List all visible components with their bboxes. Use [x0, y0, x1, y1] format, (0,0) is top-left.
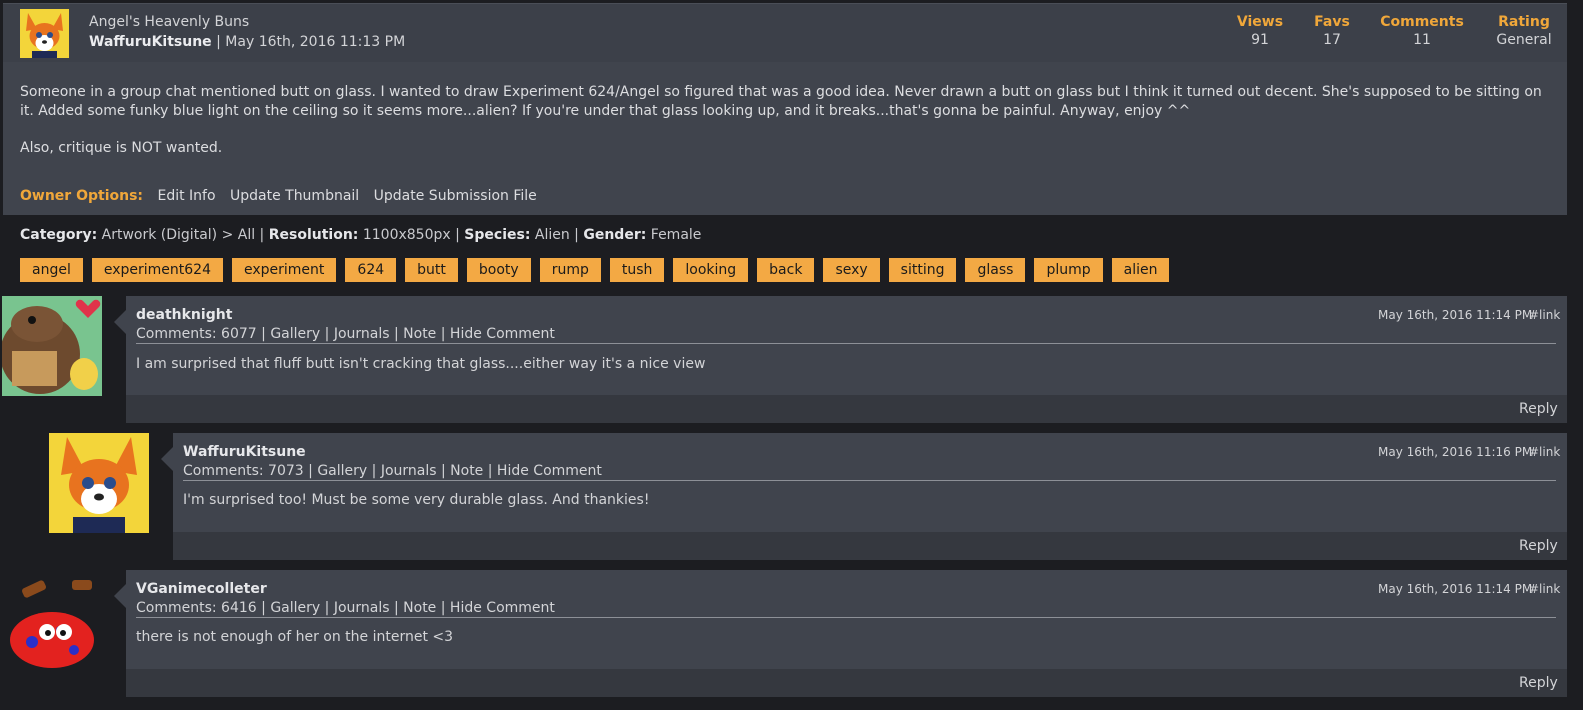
tag-butt[interactable]: butt — [405, 258, 458, 282]
edit-info-link[interactable]: Edit Info — [157, 188, 215, 204]
stat-views: Views 91 — [1236, 14, 1284, 48]
author-avatar[interactable] — [20, 9, 69, 58]
journals-link[interactable]: Journals — [381, 463, 437, 479]
tag-sexy[interactable]: sexy — [823, 258, 880, 282]
journals-link[interactable]: Journals — [334, 326, 390, 342]
comment-permalink[interactable]: #link — [1529, 445, 1560, 459]
update-thumbnail-link[interactable]: Update Thumbnail — [230, 188, 359, 204]
comment-body: there is not enough of her on the intern… — [136, 629, 454, 645]
reply-button[interactable]: Reply — [1519, 538, 1558, 554]
hide-comment-link[interactable]: Hide Comment — [450, 600, 555, 616]
fox-avatar-icon — [49, 433, 149, 533]
journals-link[interactable]: Journals — [334, 600, 390, 616]
comment-links: Comments: 7073 | Gallery | Journals | No… — [183, 463, 602, 479]
comment-footer — [173, 532, 1567, 560]
comment-count: Comments: 6077 — [136, 326, 257, 342]
comment-links: Comments: 6077 | Gallery | Journals | No… — [136, 326, 555, 342]
reply-button[interactable]: Reply — [1519, 401, 1558, 417]
comment-avatar-vganimecolleter[interactable] — [2, 570, 102, 670]
comment-body: I am surprised that fluff butt isn't cra… — [136, 356, 706, 372]
tag-sitting[interactable]: sitting — [888, 258, 957, 282]
tag-624[interactable]: 624 — [345, 258, 397, 282]
hide-comment-link[interactable]: Hide Comment — [450, 326, 555, 342]
comment-date: May 16th, 2016 11:16 PM — [1378, 445, 1533, 459]
tag-experiment624[interactable]: experiment624 — [91, 258, 223, 282]
fox-avatar-icon — [20, 9, 69, 58]
comment-username[interactable]: VGanimecolleter — [136, 581, 267, 597]
tag-plump[interactable]: plump — [1034, 258, 1103, 282]
comment-avatar-waffurukitsune[interactable] — [49, 433, 149, 533]
comment-date: May 16th, 2016 11:14 PM — [1378, 582, 1533, 596]
tag-tush[interactable]: tush — [609, 258, 665, 282]
owner-options-label: Owner Options: — [20, 188, 144, 204]
description-text: Someone in a group chat mentioned butt o… — [20, 84, 1542, 119]
stat-comments: Comments 11 — [1380, 14, 1464, 48]
comment-divider — [136, 617, 1556, 618]
tag-experiment[interactable]: experiment — [231, 258, 337, 282]
comment-username[interactable]: deathknight — [136, 307, 232, 323]
stat-favs: Favs 17 — [1314, 14, 1350, 48]
stat-rating: Rating General — [1496, 14, 1552, 48]
comment-count: Comments: 7073 — [183, 463, 304, 479]
hide-comment-link[interactable]: Hide Comment — [497, 463, 602, 479]
note-link[interactable]: Note — [403, 600, 436, 616]
note-link[interactable]: Note — [450, 463, 483, 479]
tortoise-avatar-icon — [2, 296, 102, 396]
comment-card — [114, 570, 1567, 669]
category-value: Artwork (Digital) > All — [101, 227, 256, 243]
gallery-link[interactable]: Gallery — [270, 600, 320, 616]
tag-rump[interactable]: rump — [539, 258, 601, 282]
note-link[interactable]: Note — [403, 326, 436, 342]
submission-byline: WaffuruKitsune | May 16th, 2016 11:13 PM — [89, 34, 406, 50]
tag-glass[interactable]: glass — [965, 258, 1026, 282]
comment-body: I'm surprised too! Must be some very dur… — [183, 492, 650, 508]
comment-count: Comments: 6416 — [136, 600, 257, 616]
comment-footer — [126, 669, 1567, 697]
resolution-value: 1100x850px — [362, 227, 451, 243]
submission-date: May 16th, 2016 11:13 PM — [225, 34, 406, 50]
tag-alien[interactable]: alien — [1111, 258, 1170, 282]
submission-meta: Category: Artwork (Digital) > All | Reso… — [20, 227, 702, 243]
comment-permalink[interactable]: #link — [1529, 308, 1560, 322]
update-submission-file-link[interactable]: Update Submission File — [374, 188, 537, 204]
tag-booty[interactable]: booty — [466, 258, 531, 282]
comment-card — [161, 433, 1567, 532]
tag-back[interactable]: back — [757, 258, 815, 282]
comment-divider — [136, 343, 1556, 344]
gallery-link[interactable]: Gallery — [270, 326, 320, 342]
description-note: Also, critique is NOT wanted. — [20, 140, 223, 156]
comment-date: May 16th, 2016 11:14 PM — [1378, 308, 1533, 322]
tag-looking[interactable]: looking — [673, 258, 749, 282]
comment-avatar-deathknight[interactable] — [2, 296, 102, 396]
reply-button[interactable]: Reply — [1519, 675, 1558, 691]
author-link[interactable]: WaffuruKitsune — [89, 34, 212, 50]
creature-avatar-icon — [2, 570, 102, 670]
gender-value: Female — [650, 227, 702, 243]
tag-angel[interactable]: angel — [20, 258, 83, 282]
comment-card — [114, 296, 1567, 395]
comment-divider — [183, 480, 1556, 481]
comment-links: Comments: 6416 | Gallery | Journals | No… — [136, 600, 555, 616]
comment-permalink[interactable]: #link — [1529, 582, 1560, 596]
submission-title: Angel's Heavenly Buns — [89, 14, 250, 30]
owner-options: Owner Options: Edit Info Update Thumbnai… — [20, 188, 547, 204]
gallery-link[interactable]: Gallery — [317, 463, 367, 479]
comment-footer — [126, 395, 1567, 423]
species-value: Alien — [534, 227, 570, 243]
comment-username[interactable]: WaffuruKitsune — [183, 444, 306, 460]
tag-list: angel experiment624 experiment 624 butt … — [20, 258, 1178, 282]
